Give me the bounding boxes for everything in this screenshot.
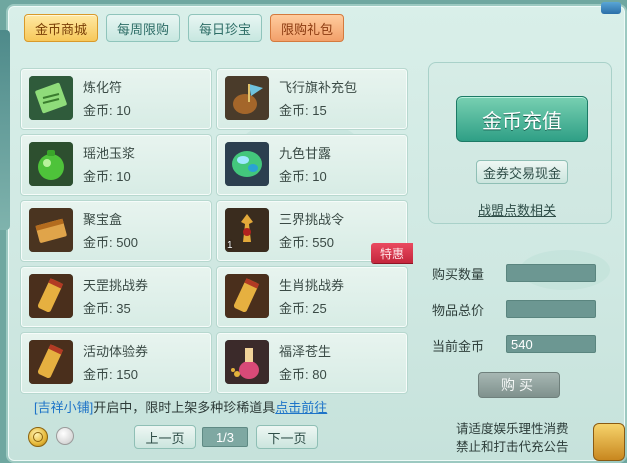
shop-item[interactable]: 福泽苍生 金币: 80 [216, 332, 408, 394]
item-price: 金币: 550 [279, 235, 334, 250]
item-name: 炼化符 [83, 80, 123, 95]
tab-bar: 金币商城 每周限购 每日珍宝 限购礼包 [24, 14, 345, 42]
challenge-token-icon: 1 [225, 208, 269, 252]
item-name: 瑶池玉浆 [83, 146, 136, 161]
window-corner-icon[interactable] [601, 2, 621, 14]
item-name: 聚宝盒 [83, 212, 123, 227]
shop-notice: [吉祥小铺]开启中，限时上架多种珍稀道具点击前往 [34, 397, 327, 416]
item-name: 飞行旗补充包 [279, 80, 358, 95]
prev-page-button[interactable]: 上一页 [134, 425, 196, 449]
notice-prefix: [吉祥小铺] [34, 400, 94, 415]
shop-item[interactable]: 炼化符 金币: 10 [20, 68, 212, 130]
shop-item[interactable]: 九色甘露 金币: 10 [216, 134, 408, 196]
shop-item[interactable]: 天罡挑战券 金币: 35 [20, 266, 212, 328]
notice-text: 开启中，限时上架多种珍稀道具 [93, 400, 276, 415]
potion-bottle-icon [225, 340, 269, 384]
item-name: 福泽苍生 [279, 344, 332, 359]
gold-recharge-button[interactable]: 金币充值 [456, 96, 588, 142]
item-name: 天罡挑战券 [83, 278, 149, 293]
item-name: 九色甘露 [279, 146, 332, 161]
corner-mascot-icon[interactable] [593, 423, 625, 461]
scroll-icon [29, 340, 73, 384]
green-jade-icon [29, 142, 73, 186]
item-price: 金币: 10 [83, 103, 131, 118]
item-price: 金币: 15 [279, 103, 327, 118]
item-name: 活动体验券 [83, 344, 149, 359]
shop-item[interactable]: 聚宝盒 金币: 500 [20, 200, 212, 262]
gray-orb-icon[interactable] [56, 427, 74, 445]
item-price: 金币: 10 [83, 169, 131, 184]
quantity-field[interactable] [506, 264, 596, 282]
notice-link[interactable]: 点击前往 [275, 400, 327, 415]
total-price-label: 物品总价 [432, 303, 485, 318]
disclaimer-line-2[interactable]: 禁止和打击代充公告 [456, 438, 569, 456]
shop-item[interactable]: 飞行旗补充包 金币: 15 [216, 68, 408, 130]
quantity-label: 购买数量 [432, 267, 485, 282]
item-price: 金币: 500 [83, 235, 138, 250]
current-gold-label: 当前金币 [432, 339, 485, 354]
voucher-exchange-button[interactable]: 金券交易现金 [476, 160, 568, 184]
nectar-icon [225, 142, 269, 186]
item-name: 三界挑战令 [279, 212, 345, 227]
left-edge-decoration [0, 30, 10, 230]
page-indicator: 1/3 [202, 427, 248, 447]
coin-icon[interactable] [28, 427, 48, 447]
item-price: 金币: 10 [279, 169, 327, 184]
special-offer-badge: 特惠 [371, 243, 413, 263]
item-name: 生肖挑战券 [279, 278, 345, 293]
tab-limited-pack[interactable]: 限购礼包 [270, 14, 345, 42]
item-price: 金币: 150 [83, 367, 138, 382]
shop-item[interactable]: 生肖挑战券 金币: 25 [216, 266, 408, 328]
current-gold-field: 540 [506, 335, 596, 353]
item-quantity: 1 [227, 240, 233, 251]
tab-weekly-limit[interactable]: 每周限购 [106, 14, 181, 42]
disclaimer: 请适度娱乐理性消费 禁止和打击代充公告 [456, 420, 569, 456]
scroll-icon [29, 274, 73, 318]
shop-item[interactable]: 1 三界挑战令 金币: 550 特惠 [216, 200, 413, 263]
talisman-icon [29, 76, 73, 120]
item-price: 金币: 35 [83, 301, 131, 316]
shop-item[interactable]: 活动体验券 金币: 150 [20, 332, 212, 394]
shop-item[interactable]: 瑶池玉浆 金币: 10 [20, 134, 212, 196]
item-price: 金币: 80 [279, 367, 327, 382]
buy-button[interactable]: 购买 [478, 372, 560, 398]
item-price: 金币: 25 [279, 301, 327, 316]
scroll-icon [225, 274, 269, 318]
treasure-box-icon [29, 208, 73, 252]
next-page-button[interactable]: 下一页 [256, 425, 318, 449]
alliance-points-link[interactable]: 战盟点数相关 [478, 200, 556, 219]
disclaimer-line-1: 请适度娱乐理性消费 [456, 422, 569, 436]
tab-gold-mall[interactable]: 金币商城 [24, 14, 99, 42]
tab-daily-treasure[interactable]: 每日珍宝 [188, 14, 263, 42]
total-price-field [506, 300, 596, 318]
flag-bag-icon [225, 76, 269, 120]
